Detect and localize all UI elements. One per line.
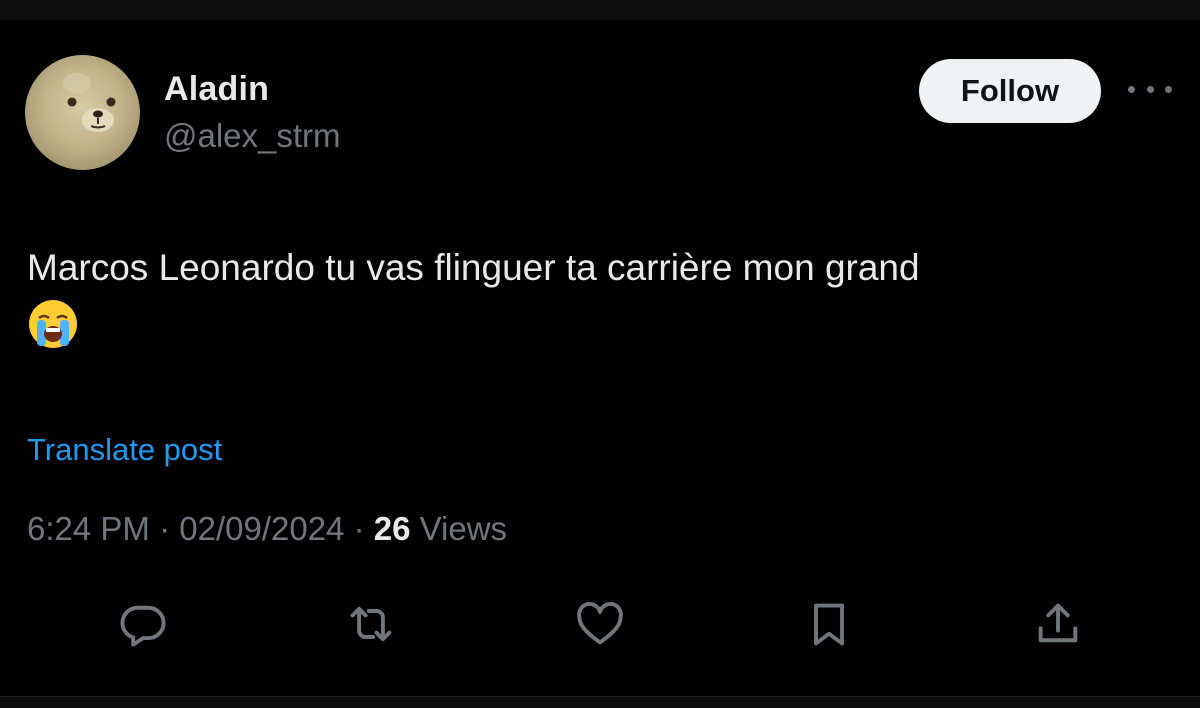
follow-button[interactable]: Follow (919, 59, 1101, 123)
post-text: Marcos Leonardo tu vas flinguer ta carri… (27, 247, 920, 288)
views-label: Views (419, 510, 508, 547)
bookmark-icon (814, 603, 844, 646)
post-meta: 6:24 PM · 02/09/2024 · 26 Views (27, 510, 507, 548)
repost-icon (350, 606, 392, 642)
post-date[interactable]: 02/09/2024 (179, 510, 344, 547)
avatar[interactable] (25, 55, 140, 170)
more-dot (1146, 85, 1154, 93)
more-options-button[interactable] (1128, 78, 1172, 100)
bottom-divider (0, 696, 1200, 708)
post-body: Marcos Leonardo tu vas flinguer ta carri… (27, 244, 1167, 350)
more-dot (1165, 85, 1172, 93)
reply-icon (120, 605, 166, 647)
like-button[interactable] (572, 596, 628, 652)
bookmark-button[interactable] (801, 596, 857, 652)
more-dot (1128, 85, 1135, 93)
repost-button[interactable] (343, 596, 399, 652)
reply-button[interactable] (115, 596, 171, 652)
views-count: 26 (373, 510, 411, 547)
top-bar (0, 0, 1200, 20)
post-time[interactable]: 6:24 PM (27, 510, 150, 547)
share-icon (1038, 603, 1078, 643)
teddy-bear-avatar-icon (63, 73, 116, 132)
heart-icon (577, 602, 623, 645)
author-handle[interactable]: @alex_strm (164, 117, 341, 155)
loudly-crying-face-emoji-icon (27, 298, 79, 350)
meta-separator: · (149, 510, 180, 547)
share-button[interactable] (1030, 596, 1086, 652)
meta-separator: · (344, 510, 374, 547)
translate-post-link[interactable]: Translate post (27, 432, 222, 468)
author-name[interactable]: Aladin (164, 70, 269, 109)
